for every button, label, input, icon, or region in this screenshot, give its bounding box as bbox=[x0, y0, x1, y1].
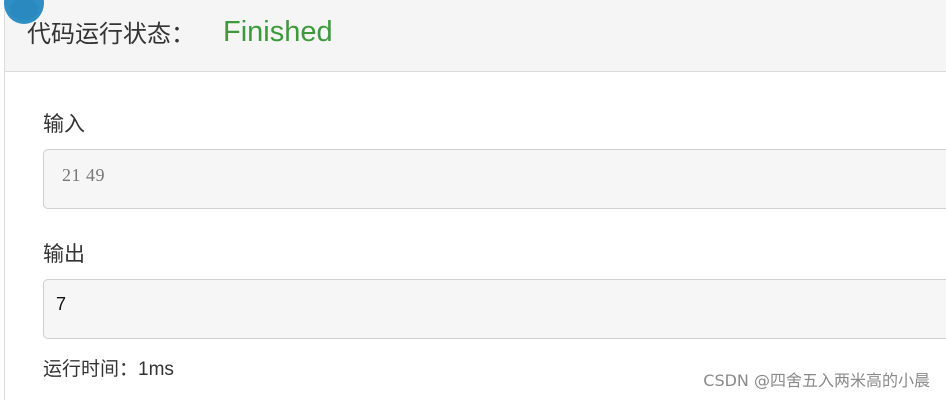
runtime-value: 1ms bbox=[138, 359, 174, 380]
output-label: 输出 bbox=[43, 242, 85, 266]
code-run-panel: 代码运行状态： Finished 输入 21 49 输出 7 运行时间：1ms … bbox=[4, 0, 946, 400]
input-field[interactable]: 21 49 bbox=[43, 149, 946, 209]
watermark: CSDN @四舍五入两米高的小晨 bbox=[703, 371, 930, 390]
status-label: 代码运行状态： bbox=[27, 20, 195, 48]
input-value: 21 49 bbox=[62, 165, 105, 185]
runtime-info: 运行时间：1ms bbox=[43, 356, 174, 383]
output-field[interactable]: 7 bbox=[43, 279, 946, 339]
input-label: 输入 bbox=[43, 112, 85, 136]
avatar-icon-part bbox=[10, 0, 38, 20]
panel-header: 代码运行状态： Finished bbox=[5, 0, 946, 72]
runtime-label: 运行时间： bbox=[43, 358, 139, 380]
output-value: 7 bbox=[56, 294, 67, 314]
status-value: Finished bbox=[223, 16, 333, 48]
